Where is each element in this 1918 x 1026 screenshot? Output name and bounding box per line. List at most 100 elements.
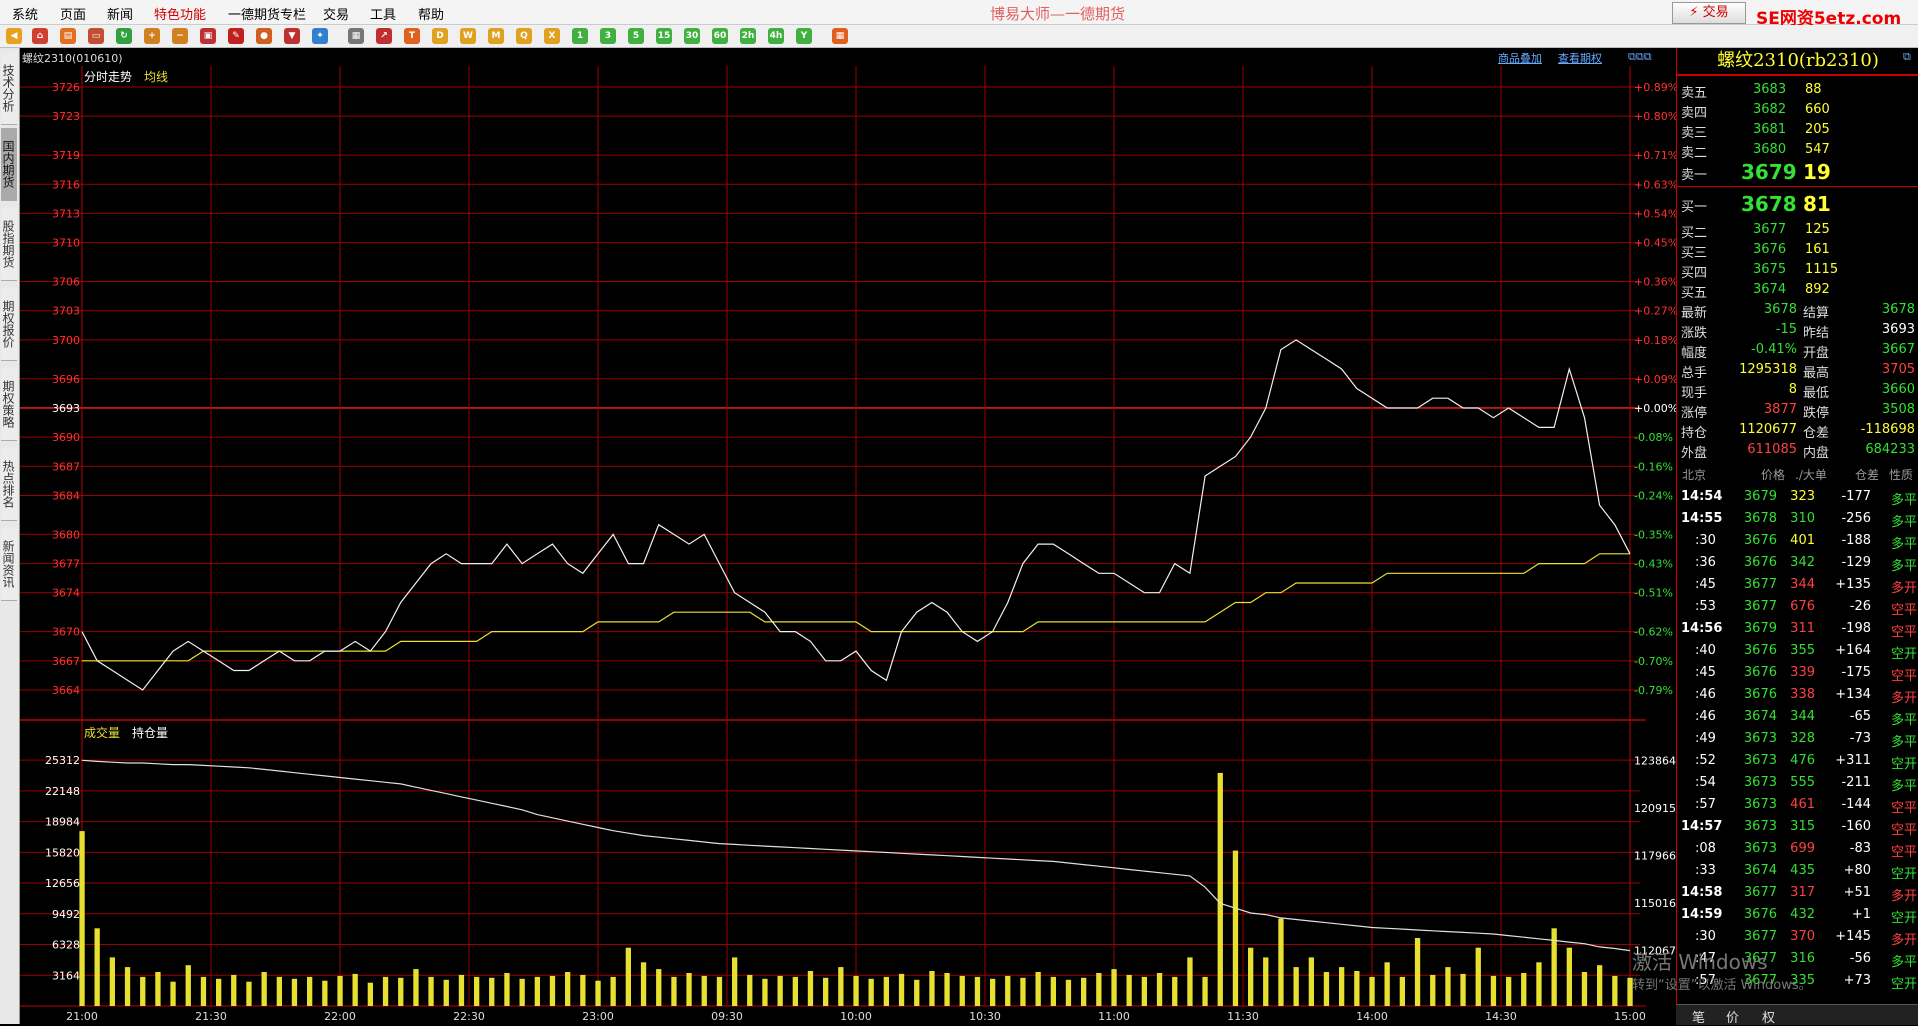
volume-bar — [1445, 967, 1451, 1006]
tick-price: 3674 — [1743, 709, 1777, 724]
price-tick-label: 3693 — [52, 402, 80, 415]
volume-bar — [1050, 976, 1056, 1006]
tick-row: :30 3677 370 +145 多开 — [1677, 926, 1918, 948]
tab-ticks[interactable]: 笔 — [1692, 1007, 1705, 1026]
volume-bar — [458, 974, 465, 1006]
stat-label: 最新 — [1681, 306, 1708, 321]
tick-type: 多平 — [1890, 735, 1917, 750]
tick-volume: 323 — [1790, 489, 1815, 504]
percent-tick-label: +0.45% — [1634, 237, 1676, 250]
trade-button[interactable]: ⚡ 交易 — [1672, 2, 1746, 24]
volume-bar — [898, 973, 905, 1006]
bid-price: 3674 — [1753, 282, 1787, 297]
tick-time: :08 — [1695, 841, 1716, 856]
time-tick-label: 14:00 — [1356, 1010, 1388, 1023]
bid-row: 买四 3675 1115 — [1677, 260, 1918, 281]
tick-row: :45 3677 344 +135 多开 — [1677, 574, 1918, 596]
volume-bar — [549, 975, 556, 1006]
volume-bar — [1430, 974, 1436, 1006]
tab-price[interactable]: 价 — [1726, 1007, 1739, 1026]
volume-bar — [610, 976, 616, 1006]
percent-tick-label: -0.24% — [1634, 489, 1673, 502]
tick-type: 多平 — [1890, 713, 1917, 728]
volume-bar — [94, 928, 100, 1006]
volume-bar — [1308, 957, 1314, 1006]
volume-bar — [565, 972, 571, 1006]
price-tick-label: 3716 — [52, 178, 80, 191]
tick-row: :57 3673 461 -144 空平 — [1677, 794, 1918, 816]
percent-tick-label: -0.43% — [1634, 558, 1673, 571]
volume-bar — [1612, 975, 1618, 1006]
percent-tick-label: +0.71% — [1634, 149, 1676, 162]
tick-volume: 432 — [1790, 907, 1815, 922]
bid-label: 买五 — [1681, 286, 1708, 301]
tick-price: 3678 — [1743, 511, 1777, 526]
volume-bar — [1293, 967, 1299, 1006]
oi-tick-label: 1150168 — [1634, 897, 1676, 910]
stat-value: -118698 — [1860, 422, 1915, 437]
stat-value: -0.41% — [1751, 342, 1797, 357]
tab-rights[interactable]: 权 — [1762, 1007, 1775, 1026]
tick-table-header: 北京 价格 ./大单 仓差 性质 — [1677, 464, 1918, 484]
tick-price: 3677 — [1743, 599, 1777, 614]
percent-tick-label: +0.27% — [1634, 305, 1676, 318]
tick-oi-change: +73 — [1843, 973, 1871, 988]
volume-bar — [1232, 850, 1239, 1006]
view-options-link[interactable]: 查看期权 — [1558, 50, 1602, 66]
ask-row: 卖一 3679 19 — [1677, 158, 1918, 184]
volume-legend-label: 成交量 — [84, 726, 121, 740]
oi-legend-label: 持仓量 — [132, 726, 169, 740]
tick-volume: 328 — [1790, 731, 1815, 746]
volume-bar — [1263, 957, 1269, 1006]
bid-row: 买二 3677 125 — [1677, 220, 1918, 241]
bid-row: 买五 3674 892 — [1677, 280, 1918, 301]
price-tick-label: 3684 — [52, 489, 80, 502]
tick-type: 多平 — [1890, 515, 1917, 530]
percent-tick-label: -0.35% — [1634, 528, 1673, 541]
stat-label: 最高 — [1803, 366, 1830, 381]
tick-row: :08 3673 699 -83 空平 — [1677, 838, 1918, 860]
volume-bar — [398, 977, 404, 1006]
tick-oi-change: +311 — [1835, 753, 1871, 768]
popout-icon[interactable]: ⧉ — [1903, 50, 1911, 64]
percent-tick-label: +0.18% — [1634, 334, 1676, 347]
bid-label: 买三 — [1681, 246, 1708, 261]
stat-row: 涨跌 -15 昨结 3693 — [1677, 320, 1918, 341]
tick-type: 空开 — [1890, 757, 1917, 772]
intraday-chart[interactable]: 3726 3723 3719 3716 3713 3710 3706 3703 3700 3696… — [0, 0, 1676, 1024]
volume-bar — [534, 976, 540, 1006]
tick-price: 3676 — [1743, 643, 1777, 658]
time-tick-label: 11:30 — [1227, 1010, 1259, 1023]
ask-label: 卖三 — [1681, 126, 1708, 141]
volume-bar — [1005, 975, 1011, 1006]
tick-time: :45 — [1695, 665, 1716, 680]
oi-tick-label: 1238644 — [1634, 754, 1676, 767]
tick-col-oi: 仓差 — [1855, 468, 1880, 482]
commodity-overlay-link[interactable]: 商品叠加 — [1498, 50, 1542, 66]
volume-bar — [1035, 972, 1041, 1006]
volume-bar — [246, 981, 252, 1006]
stat-value: 3667 — [1881, 342, 1915, 357]
volume-tick-label: 25312 — [45, 754, 80, 767]
tick-time: :54 — [1695, 775, 1716, 790]
oi-tick-label: 1209152 — [1634, 802, 1676, 815]
tick-row: :46 3676 338 +134 多开 — [1677, 684, 1918, 706]
stat-value: 3660 — [1881, 382, 1915, 397]
tick-type: 多平 — [1890, 955, 1917, 970]
tick-type: 多平 — [1890, 493, 1917, 508]
stat-label: 跌停 — [1803, 406, 1830, 421]
volume-bar — [1581, 972, 1588, 1006]
volume-bar — [1597, 965, 1603, 1006]
price-tick-label: 3706 — [52, 276, 80, 289]
volume-bar — [1020, 977, 1026, 1006]
window-controls-icon[interactable]: ⧉⧉⧉ — [1628, 50, 1652, 64]
stat-value: 1120677 — [1739, 422, 1797, 437]
volume-bar — [200, 976, 207, 1006]
volume-bar — [489, 977, 495, 1006]
percent-tick-label: -0.16% — [1634, 460, 1673, 473]
ask-label: 卖一 — [1681, 168, 1708, 183]
volume-bar — [974, 976, 981, 1006]
tick-col-type: 性质 — [1889, 468, 1914, 482]
tick-price: 3676 — [1743, 907, 1777, 922]
time-tick-label: 10:00 — [840, 1010, 872, 1023]
